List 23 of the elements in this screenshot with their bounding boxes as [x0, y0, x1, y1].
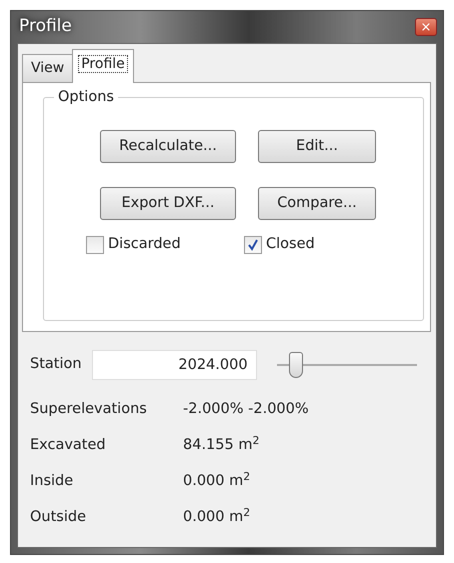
readout-value: -2.000% -2.000% — [183, 400, 309, 420]
readout-label: Inside — [30, 472, 74, 492]
readout-value: 0.000 m$^{2}$ — [183, 507, 250, 528]
station-label: Station — [30, 355, 82, 374]
action-button[interactable]: Export DXF... — [100, 187, 236, 220]
slider-thumb[interactable] — [289, 352, 304, 378]
checkbox-label: Closed — [266, 235, 315, 254]
action-button[interactable]: Recalculate... — [100, 130, 236, 163]
readout-label: Excavated — [30, 436, 107, 456]
readout-value: 84.155 m$^{2}$ — [183, 435, 260, 456]
readout-label: Outside — [30, 508, 87, 528]
close-button[interactable]: × — [415, 18, 437, 36]
window-title: Profile — [18, 15, 72, 38]
tab[interactable]: View — [22, 54, 74, 82]
checkbox[interactable] — [244, 236, 262, 254]
readout-label: Superelevations — [30, 400, 148, 420]
checkbox-label: Discarded — [108, 235, 181, 254]
checkbox[interactable] — [86, 236, 104, 254]
tab[interactable]: Profile — [72, 49, 134, 83]
readout-value: 0.000 m$^{2}$ — [183, 471, 250, 492]
action-button[interactable]: Compare... — [258, 187, 376, 220]
action-button[interactable]: Edit... — [258, 130, 376, 163]
station-field[interactable]: 2024.000 — [92, 350, 257, 380]
